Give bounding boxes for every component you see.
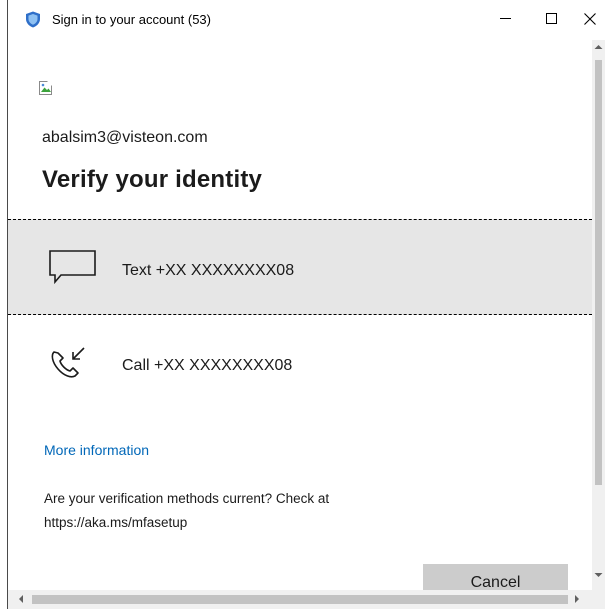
sms-chat-icon [49, 250, 96, 285]
title-bar[interactable]: Sign in to your account (53) [8, 0, 605, 40]
scroll-left-icon[interactable] [18, 594, 24, 604]
broken-image-icon [39, 81, 53, 95]
verify-option-label: Text +XX XXXXXXXX08 [122, 262, 295, 279]
scroll-up-icon[interactable] [594, 44, 603, 50]
maximize-button[interactable] [529, 0, 575, 38]
scrollbar-corner [592, 590, 605, 609]
horizontal-scroll-thumb[interactable] [32, 595, 568, 604]
page-title: Verify your identity [42, 166, 263, 193]
shield-icon [26, 11, 40, 28]
note-line-2: https://aka.ms/mfasetup [44, 515, 188, 530]
vertical-scroll-thumb[interactable] [595, 60, 602, 485]
scroll-down-icon[interactable] [594, 572, 603, 578]
phone-call-icon [51, 347, 85, 378]
vertical-scrollbar[interactable] [592, 40, 605, 590]
minimize-button[interactable] [483, 0, 529, 38]
note-line-1: Are your verification methods current? C… [44, 491, 330, 506]
horizontal-scrollbar[interactable] [8, 590, 592, 609]
verify-option-call[interactable]: Call +XX XXXXXXXX08 [8, 318, 592, 414]
close-icon [584, 13, 596, 25]
verification-note: Are your verification methods current? C… [44, 487, 464, 535]
sign-in-content: abalsim3@visteon.com Verify your identit… [8, 40, 592, 590]
desktop-edge [0, 0, 8, 609]
window-title: Sign in to your account (53) [52, 12, 211, 27]
scroll-right-icon[interactable] [574, 594, 580, 604]
cancel-button[interactable]: Cancel [423, 564, 568, 590]
close-button[interactable] [575, 0, 605, 38]
verify-option-label: Call +XX XXXXXXXX08 [122, 357, 293, 374]
more-information-link[interactable]: More information [44, 442, 149, 458]
minimize-icon [500, 18, 511, 19]
account-email: abalsim3@visteon.com [42, 129, 208, 146]
verify-option-text[interactable]: Text +XX XXXXXXXX08 [8, 219, 592, 315]
maximize-icon [546, 13, 557, 24]
